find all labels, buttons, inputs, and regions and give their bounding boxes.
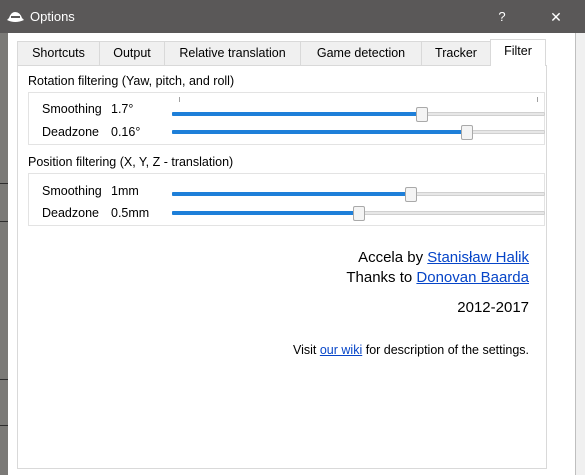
tab-shortcuts[interactable]: Shortcuts bbox=[17, 41, 100, 65]
tab-tracker[interactable]: Tracker bbox=[421, 41, 491, 65]
tab-filter[interactable]: Filter bbox=[490, 39, 546, 66]
position-filtering-group: Smoothing 1mm Deadzone 0.5mm bbox=[28, 173, 545, 226]
credits-thanks-line: Thanks to Donovan Baarda bbox=[346, 269, 529, 286]
visit-suffix: for description of the settings. bbox=[365, 343, 529, 357]
rotation-filtering-title: Rotation filtering (Yaw, pitch, and roll… bbox=[28, 74, 235, 88]
credits-years: 2012-2017 bbox=[457, 299, 529, 316]
credits-author-line: Accela by Stanisław Halik bbox=[358, 249, 529, 266]
help-button[interactable]: ? bbox=[484, 6, 520, 28]
slider-thumb[interactable] bbox=[352, 206, 365, 221]
slider-tick-mark bbox=[179, 97, 180, 102]
rotation-smoothing-slider[interactable] bbox=[172, 107, 545, 122]
rotation-filtering-group: Smoothing 1.7° Deadzone 0.16° bbox=[28, 92, 545, 145]
rotation-deadzone-value: 0.16° bbox=[111, 125, 141, 139]
window-right-border bbox=[575, 33, 585, 475]
slider-tick-mark bbox=[537, 97, 538, 102]
rotation-smoothing-value: 1.7° bbox=[111, 102, 134, 116]
title-bar[interactable]: Options ? ✕ bbox=[0, 0, 585, 33]
rotation-deadzone-label: Deadzone bbox=[42, 125, 99, 139]
credits-thanks-prefix: Thanks to bbox=[346, 269, 413, 286]
position-deadzone-value: 0.5mm bbox=[111, 206, 150, 220]
window-title: Options bbox=[30, 9, 75, 24]
position-smoothing-slider[interactable] bbox=[172, 187, 545, 202]
background-window-edge bbox=[0, 33, 8, 475]
position-filtering-title: Position filtering (X, Y, Z - translatio… bbox=[28, 155, 234, 169]
slider-thumb[interactable] bbox=[404, 187, 417, 202]
thanks-link[interactable]: Donovan Baarda bbox=[416, 269, 529, 286]
tab-relative-translation[interactable]: Relative translation bbox=[164, 41, 301, 65]
rotation-deadzone-slider[interactable] bbox=[172, 125, 545, 140]
position-deadzone-label: Deadzone bbox=[42, 206, 99, 220]
position-smoothing-value: 1mm bbox=[111, 184, 139, 198]
position-deadzone-slider[interactable] bbox=[172, 206, 545, 221]
position-smoothing-label: Smoothing bbox=[42, 184, 102, 198]
tab-game-detection[interactable]: Game detection bbox=[300, 41, 422, 65]
slider-thumb[interactable] bbox=[415, 107, 428, 122]
visit-wiki-line: Visit our wiki for description of the se… bbox=[293, 343, 529, 357]
visit-prefix: Visit bbox=[292, 343, 317, 357]
wiki-link[interactable]: our wiki bbox=[320, 343, 362, 357]
slider-thumb[interactable] bbox=[460, 125, 473, 140]
author-link[interactable]: Stanisław Halik bbox=[427, 249, 529, 266]
credits-author-prefix: Accela by bbox=[358, 249, 424, 266]
filter-panel: Rotation filtering (Yaw, pitch, and roll… bbox=[17, 65, 547, 469]
close-button[interactable]: ✕ bbox=[538, 6, 574, 28]
tab-output[interactable]: Output bbox=[99, 41, 165, 65]
fedora-hat-icon bbox=[7, 12, 24, 22]
rotation-smoothing-label: Smoothing bbox=[42, 102, 102, 116]
